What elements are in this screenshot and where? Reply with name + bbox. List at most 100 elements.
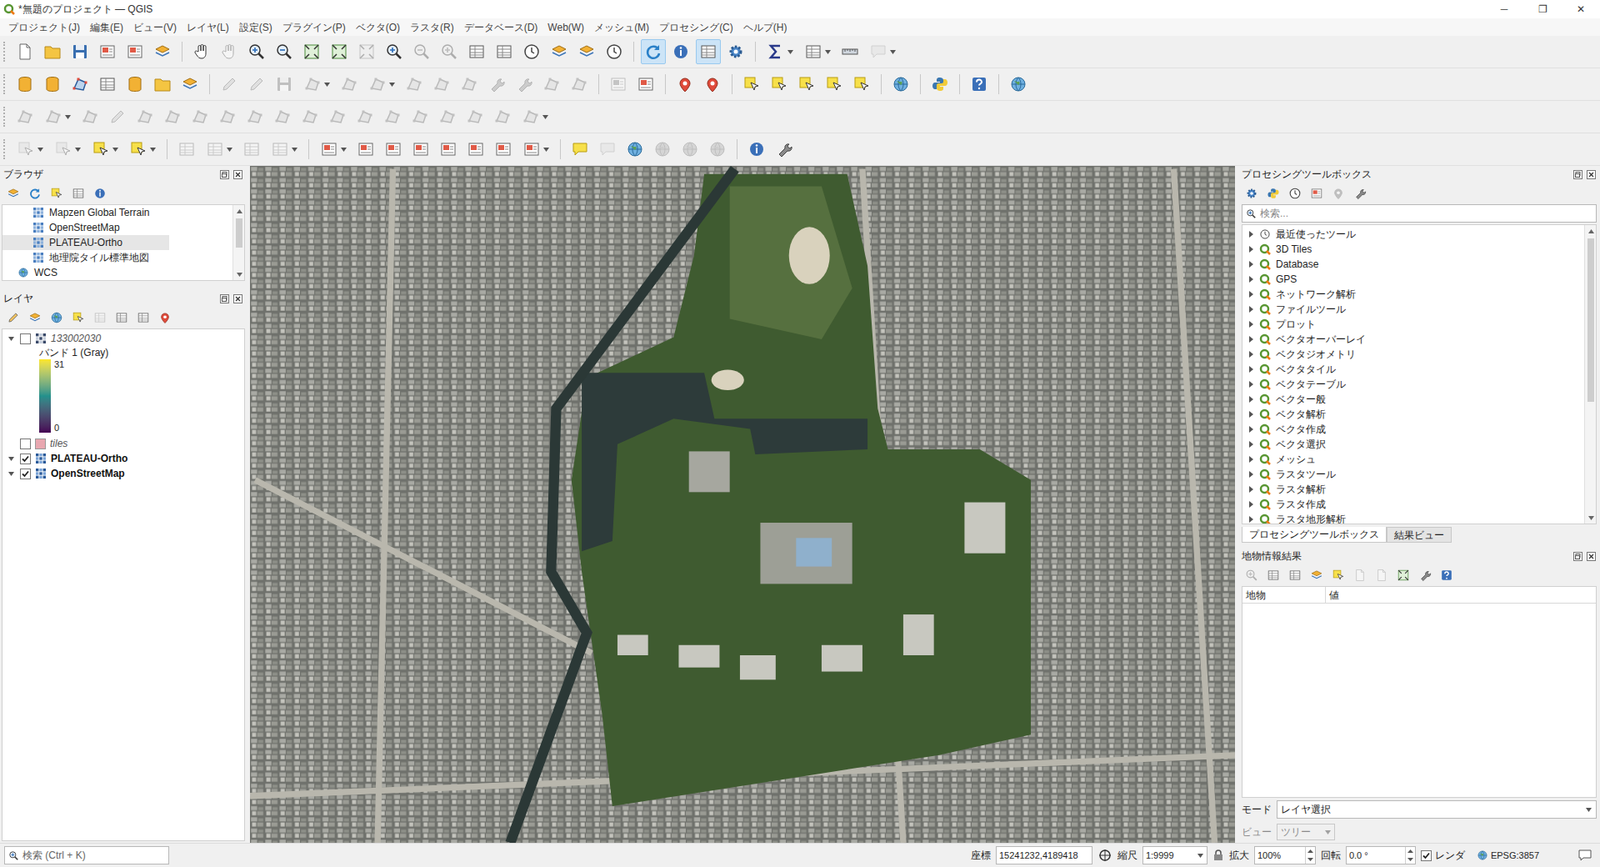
coordinate-field[interactable]: 15241232,4189418: [995, 845, 1093, 865]
tool-button[interactable]: [5, 309, 22, 326]
tool-button[interactable]: [1438, 566, 1455, 584]
expand-arrow-icon[interactable]: [1247, 275, 1255, 283]
menu-item[interactable]: ラスタ(R): [405, 20, 460, 35]
tool-button[interactable]: [1330, 566, 1347, 584]
tool-button[interactable]: [271, 39, 297, 65]
tool-button[interactable]: [48, 185, 65, 202]
tool-button[interactable]: [539, 71, 565, 97]
processing-item[interactable]: ファイルツール: [1242, 301, 1585, 317]
tool-button[interactable]: [215, 104, 240, 130]
checkbox[interactable]: [20, 453, 31, 465]
tool-button[interactable]: [668, 39, 694, 65]
rotation-field[interactable]: 0.0 °: [1345, 845, 1416, 865]
dock-tab[interactable]: プロセシングツールボックス: [1241, 526, 1387, 543]
processing-item-label[interactable]: プロット: [1275, 316, 1316, 332]
tool-button[interactable]: [1243, 566, 1260, 584]
tool-button[interactable]: [408, 136, 434, 162]
tool-button[interactable]: [40, 39, 65, 65]
float-icon[interactable]: [219, 169, 230, 180]
dropdown-arrow-icon[interactable]: [388, 80, 395, 88]
float-icon[interactable]: [219, 293, 230, 305]
processing-item-label[interactable]: 3D Tiles: [1275, 241, 1312, 257]
tool-button[interactable]: [794, 71, 820, 97]
menu-item[interactable]: プロジェクト(J): [3, 20, 85, 35]
tool-button[interactable]: [1243, 185, 1260, 202]
menu-item[interactable]: ビュー(V): [128, 20, 182, 35]
tool-button[interactable]: [40, 71, 65, 97]
tool-button[interactable]: [700, 71, 725, 97]
dropdown-arrow-icon[interactable]: [323, 80, 330, 88]
tool-button[interactable]: [771, 136, 797, 162]
tool-button[interactable]: [491, 39, 517, 65]
tool-button[interactable]: [705, 136, 730, 162]
tool-button[interactable]: [353, 136, 379, 162]
tool-button[interactable]: [650, 136, 675, 162]
processing-item[interactable]: ラスタ地形解析: [1242, 511, 1585, 525]
expand-arrow-icon[interactable]: [1247, 500, 1255, 508]
processing-item-label[interactable]: ベクター般: [1275, 391, 1326, 407]
tool-button[interactable]: [40, 104, 75, 130]
tool-button[interactable]: [546, 39, 572, 65]
close-button[interactable]: ✕: [1561, 0, 1600, 19]
processing-item-label[interactable]: ベクタテーブル: [1275, 376, 1346, 392]
crs-button[interactable]: EPSG:3857: [1476, 848, 1540, 863]
processing-item[interactable]: メッシュ: [1242, 451, 1585, 467]
expand-arrow-icon[interactable]: [1247, 470, 1255, 478]
dropdown-arrow-icon[interactable]: [824, 48, 831, 55]
expand-arrow-icon[interactable]: [1247, 395, 1255, 403]
expand-arrow-icon[interactable]: [1247, 350, 1255, 358]
toolbar-handle[interactable]: [3, 106, 7, 127]
tool-button[interactable]: [435, 104, 460, 130]
restore-button[interactable]: ❐: [1523, 0, 1562, 19]
menu-item[interactable]: ベクタ(O): [350, 20, 405, 35]
tool-button[interactable]: [177, 71, 203, 97]
processing-item[interactable]: 3D Tiles: [1242, 241, 1585, 257]
tool-button[interactable]: [216, 39, 242, 65]
tool-button[interactable]: [966, 71, 992, 97]
layer-row[interactable]: OpenStreetMap: [2, 465, 245, 481]
processing-item-label[interactable]: Database: [1275, 256, 1319, 272]
tool-button[interactable]: [865, 39, 900, 65]
menu-item[interactable]: 設定(S): [234, 20, 278, 35]
tool-button[interactable]: [723, 39, 749, 65]
tool-button[interactable]: [1373, 566, 1390, 584]
processing-item-label[interactable]: ファイルツール: [1275, 301, 1346, 317]
processing-item-label[interactable]: ラスタ地形解析: [1275, 511, 1346, 525]
dropdown-arrow-icon[interactable]: [542, 145, 550, 153]
tool-button[interactable]: [91, 185, 109, 202]
tool-button[interactable]: [1351, 566, 1369, 584]
tool-button[interactable]: [50, 136, 85, 162]
tool-button[interactable]: [435, 136, 461, 162]
tool-button[interactable]: [91, 309, 109, 326]
scroll-up-icon[interactable]: [233, 205, 245, 217]
tool-button[interactable]: [113, 309, 130, 326]
tool-button[interactable]: [927, 71, 953, 97]
float-icon[interactable]: [1572, 550, 1584, 562]
processing-item-label[interactable]: ラスタ解析: [1275, 481, 1326, 497]
render-toggle[interactable]: レンダ: [1420, 847, 1465, 863]
scrollbar[interactable]: [232, 205, 245, 280]
dropdown-arrow-icon[interactable]: [225, 145, 233, 153]
tool-button[interactable]: [464, 39, 490, 65]
processing-item[interactable]: ベクタタイル: [1242, 361, 1585, 377]
tool-button[interactable]: [299, 39, 325, 65]
close-icon[interactable]: [232, 169, 244, 180]
expand-arrow-icon[interactable]: [1247, 515, 1255, 523]
tool-button[interactable]: [299, 71, 335, 97]
dropdown-arrow-icon[interactable]: [64, 113, 71, 120]
menu-item[interactable]: プロセシング(C): [654, 20, 739, 35]
layer-name[interactable]: PLATEAU-Ortho: [50, 450, 128, 466]
tool-button[interactable]: [407, 104, 433, 130]
tool-button[interactable]: [325, 104, 350, 130]
scroll-up-icon[interactable]: [1585, 225, 1597, 237]
tool-button[interactable]: [135, 309, 152, 326]
tool-button[interactable]: [456, 71, 482, 97]
tool-button[interactable]: [70, 309, 87, 326]
crs-label[interactable]: EPSG:3857: [1490, 848, 1540, 863]
tool-button[interactable]: [244, 39, 270, 65]
browser-item[interactable]: Mapzen Global Terrain: [2, 205, 233, 220]
expand-arrow-icon[interactable]: [5, 468, 16, 479]
processing-item[interactable]: ラスタツール: [1242, 466, 1585, 482]
layer-row[interactable]: tiles: [2, 435, 245, 451]
expand-arrow-icon[interactable]: [1247, 455, 1255, 463]
